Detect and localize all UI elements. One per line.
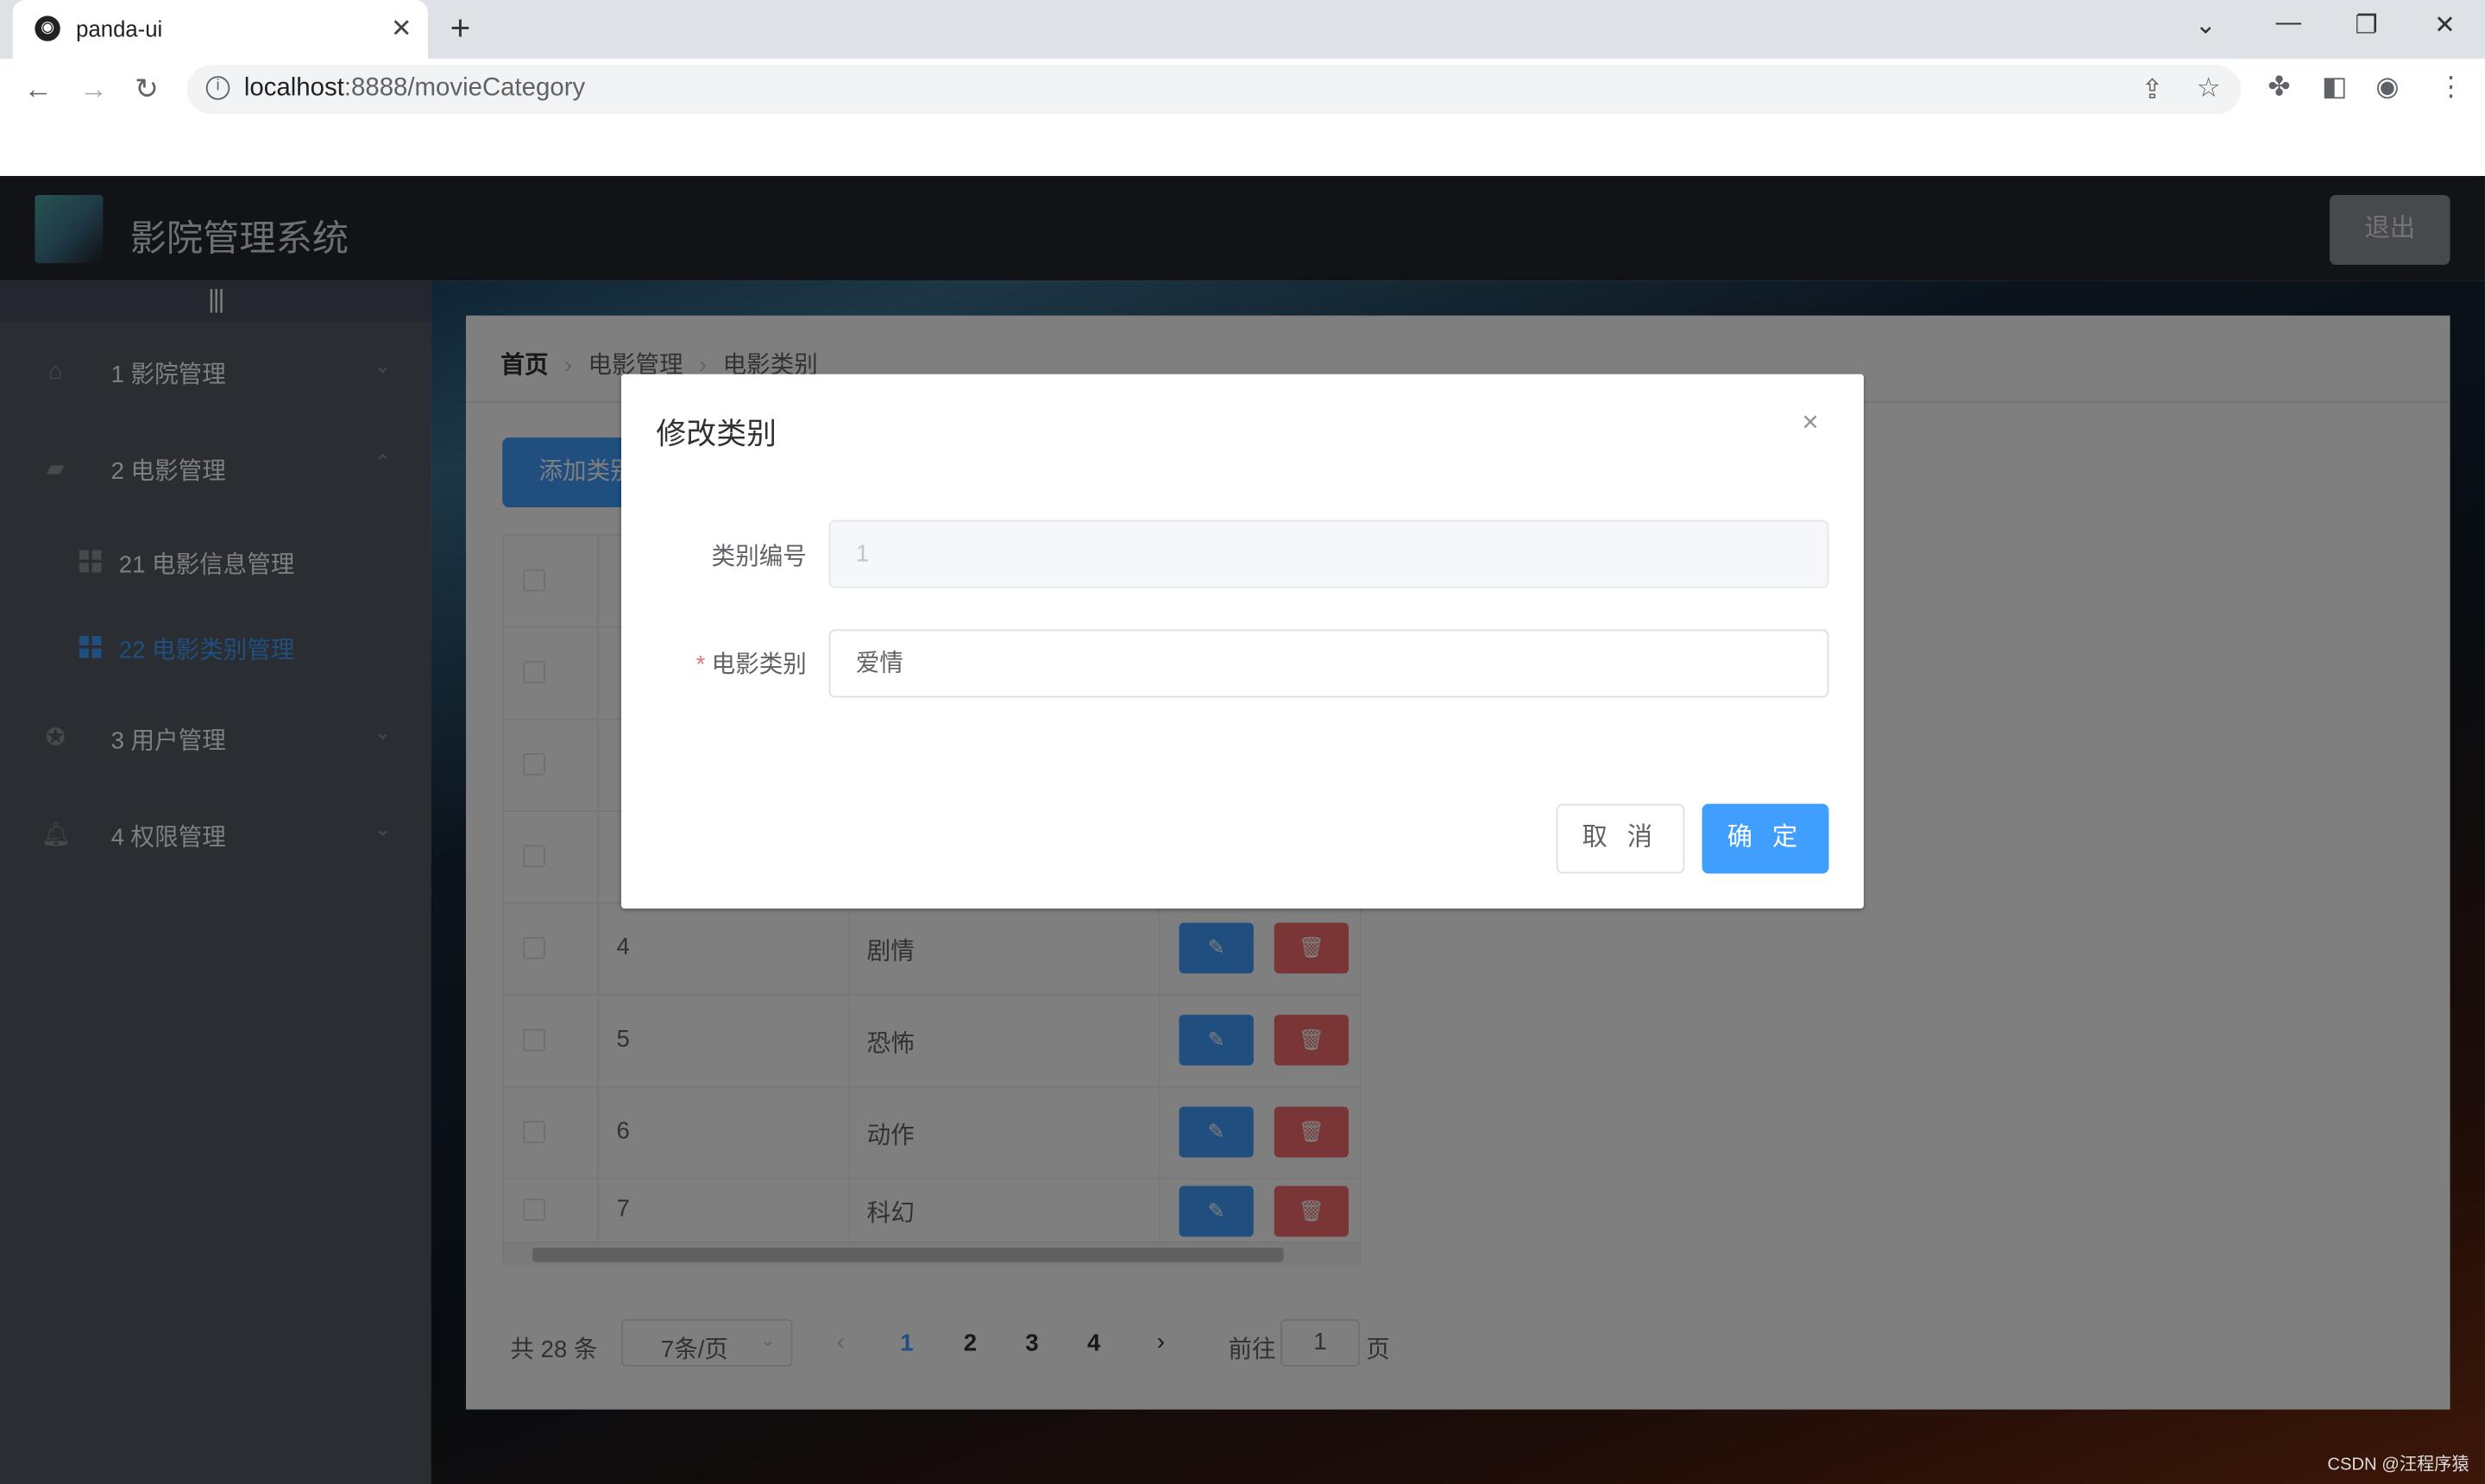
back-icon[interactable]: ← (24, 73, 53, 107)
browser-tab[interactable]: ◉ panda-ui ✕ (12, 0, 428, 59)
share-icon[interactable]: ⇪ (2141, 74, 2163, 106)
watermark: CSDN @汪程序猿 (2327, 1455, 2469, 1475)
close-tab-icon[interactable]: ✕ (391, 13, 412, 45)
browser-menu-icon[interactable]: ⋮ (2438, 72, 2464, 104)
browser-toolbar: ← → ↻ i localhost:8888/movieCategory ⇪ ☆… (0, 58, 2485, 119)
extensions-icon[interactable]: ✤ (2268, 72, 2290, 104)
edit-category-dialog: 修改类别 × 类别编号 1 * 电影类别 爱情 取 消 确 定 (620, 374, 1864, 909)
category-id-field: 1 (828, 519, 1829, 588)
minimize-icon[interactable]: — (2276, 9, 2301, 38)
category-name-label: * 电影类别 (695, 651, 807, 679)
tab-title: panda-ui (76, 16, 163, 41)
window-close-icon[interactable]: ✕ (2434, 9, 2456, 41)
side-panel-icon[interactable]: ◧ (2322, 72, 2348, 104)
address-bar[interactable]: i localhost:8888/movieCategory ⇪ ☆ (186, 65, 2242, 115)
browser-tab-bar: ◉ panda-ui ✕ + ⌄ — ❐ ✕ (0, 0, 2485, 59)
app-root: 影院管理系统 退出 ||| ⌂ 1 影院管理 ⌄ ▰ 2 电影管理 ⌃ 21 电… (0, 175, 2485, 1484)
panda-favicon-icon: ◉ (35, 16, 60, 41)
reload-icon[interactable]: ↻ (135, 73, 159, 107)
forward-icon[interactable]: → (79, 73, 108, 107)
dialog-close-icon[interactable]: × (1802, 406, 1818, 439)
restore-icon[interactable]: ❐ (2355, 9, 2377, 41)
category-name-field[interactable]: 爱情 (828, 629, 1829, 698)
new-tab-icon[interactable]: + (450, 8, 471, 49)
bookmark-star-icon[interactable]: ☆ (2197, 73, 2221, 105)
tab-search-icon[interactable]: ⌄ (2195, 9, 2217, 41)
cancel-button[interactable]: 取 消 (1556, 803, 1685, 874)
category-id-label: 类别编号 (711, 544, 807, 571)
confirm-button[interactable]: 确 定 (1702, 803, 1829, 874)
dialog-title: 修改类别 (656, 418, 777, 452)
site-info-icon[interactable]: i (205, 76, 230, 100)
url-text: localhost:8888/movieCategory (243, 74, 586, 102)
required-marker: * (695, 651, 706, 679)
profile-icon[interactable]: ◉ (2375, 72, 2399, 104)
